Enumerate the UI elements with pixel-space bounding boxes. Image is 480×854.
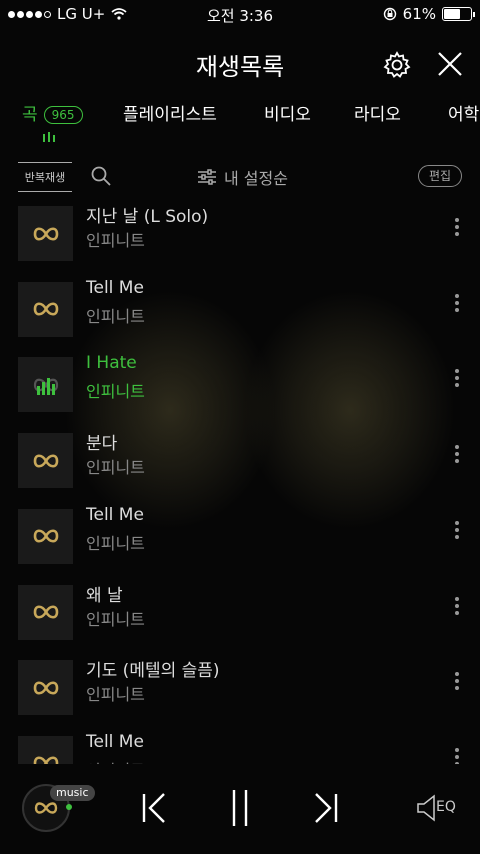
more-options-icon[interactable]: [452, 445, 462, 469]
song-artist: 인피니트: [86, 757, 145, 764]
sort-button[interactable]: 내 설정순: [198, 165, 288, 189]
sort-label: 내 설정순: [224, 169, 288, 188]
song-row[interactable]: 지난 날 (L Solo) 인피니트: [0, 196, 480, 271]
album-thumbnail[interactable]: [18, 357, 73, 413]
infinity-album-icon: [33, 302, 58, 316]
music-badge: music: [50, 785, 95, 801]
song-row[interactable]: 왜 날인피니트: [0, 575, 480, 650]
close-icon[interactable]: [436, 50, 464, 78]
eq-label: EQ: [436, 799, 456, 815]
album-thumbnail[interactable]: [18, 206, 73, 261]
song-title: 분다: [86, 434, 118, 455]
song-title: Tell Me: [86, 504, 144, 525]
equalizer-playing-icon: [33, 377, 58, 395]
song-row[interactable]: Tell Me 인피니트: [0, 726, 480, 764]
song-title: I Hate: [86, 353, 137, 374]
battery-percent: 61%: [402, 5, 436, 23]
song-artist: 인피니트: [86, 458, 145, 478]
infinity-album-icon: [33, 605, 58, 619]
gear-icon[interactable]: [382, 50, 412, 80]
infinity-album-icon: [33, 529, 58, 543]
tab-videos[interactable]: 비디오: [264, 100, 311, 125]
song-title: 기도 (메텔의 슬픔): [86, 661, 220, 682]
song-artist: 인피니트: [86, 382, 145, 402]
infinity-album-icon: [33, 756, 58, 764]
more-options-icon[interactable]: [452, 218, 462, 242]
song-row[interactable]: Tell Me 인피니트: [0, 272, 480, 347]
list-toolbar: 반복재생 내 설정순 편집: [0, 160, 480, 194]
infinity-album-icon: [33, 454, 58, 468]
more-options-icon[interactable]: [452, 520, 462, 545]
active-dot: [66, 804, 72, 810]
song-title: Tell Me: [86, 277, 144, 298]
song-artist: 인피니트: [86, 609, 145, 629]
song-artist: 인피니트: [86, 533, 145, 553]
more-options-icon[interactable]: [452, 596, 462, 621]
status-bar: LG U+ 오전 3:36 61%: [0, 0, 480, 28]
song-artist: 인피니트: [86, 231, 145, 250]
song-list: 지난 날 (L Solo) 인피니트 Tell Me 인피니트 I Hate 인피니트 분다…: [0, 196, 480, 764]
tab-language[interactable]: 어학: [448, 100, 479, 125]
next-icon[interactable]: [310, 788, 342, 828]
pause-icon[interactable]: [224, 788, 256, 828]
search-icon[interactable]: [90, 165, 112, 187]
battery-icon: [442, 7, 475, 21]
album-thumbnail[interactable]: [18, 584, 73, 640]
album-thumbnail[interactable]: [18, 433, 73, 489]
song-row[interactable]: 분다인피니트: [0, 423, 480, 498]
infinity-album-icon: [33, 681, 58, 695]
album-thumbnail[interactable]: [18, 735, 73, 764]
more-options-icon[interactable]: [452, 293, 462, 318]
more-options-icon[interactable]: [452, 747, 462, 764]
song-row[interactable]: 기도 (메텔의 슬픔) 인피니트: [0, 650, 480, 725]
sort-sliders-icon: [198, 169, 216, 185]
song-title: Tell Me: [86, 731, 144, 752]
tab-playlists[interactable]: 플레이리스트: [123, 100, 217, 125]
previous-icon[interactable]: [138, 788, 170, 828]
tab-songs[interactable]: 곡 965: [22, 100, 83, 125]
repeat-play-button[interactable]: 반복재생: [18, 162, 72, 192]
song-row[interactable]: I Hate 인피니트: [0, 347, 480, 422]
song-artist: 인피니트: [86, 306, 145, 326]
song-count-badge: 965: [43, 106, 83, 124]
song-artist: 인피니트: [86, 685, 145, 705]
song-title: 지난 날 (L Solo): [86, 207, 209, 227]
album-thumbnail[interactable]: [18, 281, 73, 337]
rotation-lock-icon: [383, 7, 396, 21]
tab-songs-label: 곡: [22, 105, 38, 125]
song-row[interactable]: Tell Me 인피니트: [0, 499, 480, 574]
mini-player: music EQ: [0, 764, 480, 854]
edit-button[interactable]: 편집: [418, 165, 462, 187]
album-thumbnail[interactable]: [18, 660, 73, 716]
more-options-icon[interactable]: [452, 369, 462, 393]
category-tabs: 곡 965 플레이리스트 비디오 라디오 어학: [0, 96, 480, 144]
tab-radio[interactable]: 라디오: [354, 100, 401, 125]
song-title: 왜 날: [86, 585, 123, 606]
speaker-icon: [417, 794, 435, 822]
infinity-album-icon: [33, 226, 58, 241]
album-thumbnail[interactable]: [18, 508, 73, 564]
equalizer-button[interactable]: EQ: [416, 794, 460, 822]
infinity-logo-icon: [34, 802, 58, 814]
now-playing-indicator-icon: [43, 132, 57, 142]
more-options-icon[interactable]: [452, 672, 462, 696]
